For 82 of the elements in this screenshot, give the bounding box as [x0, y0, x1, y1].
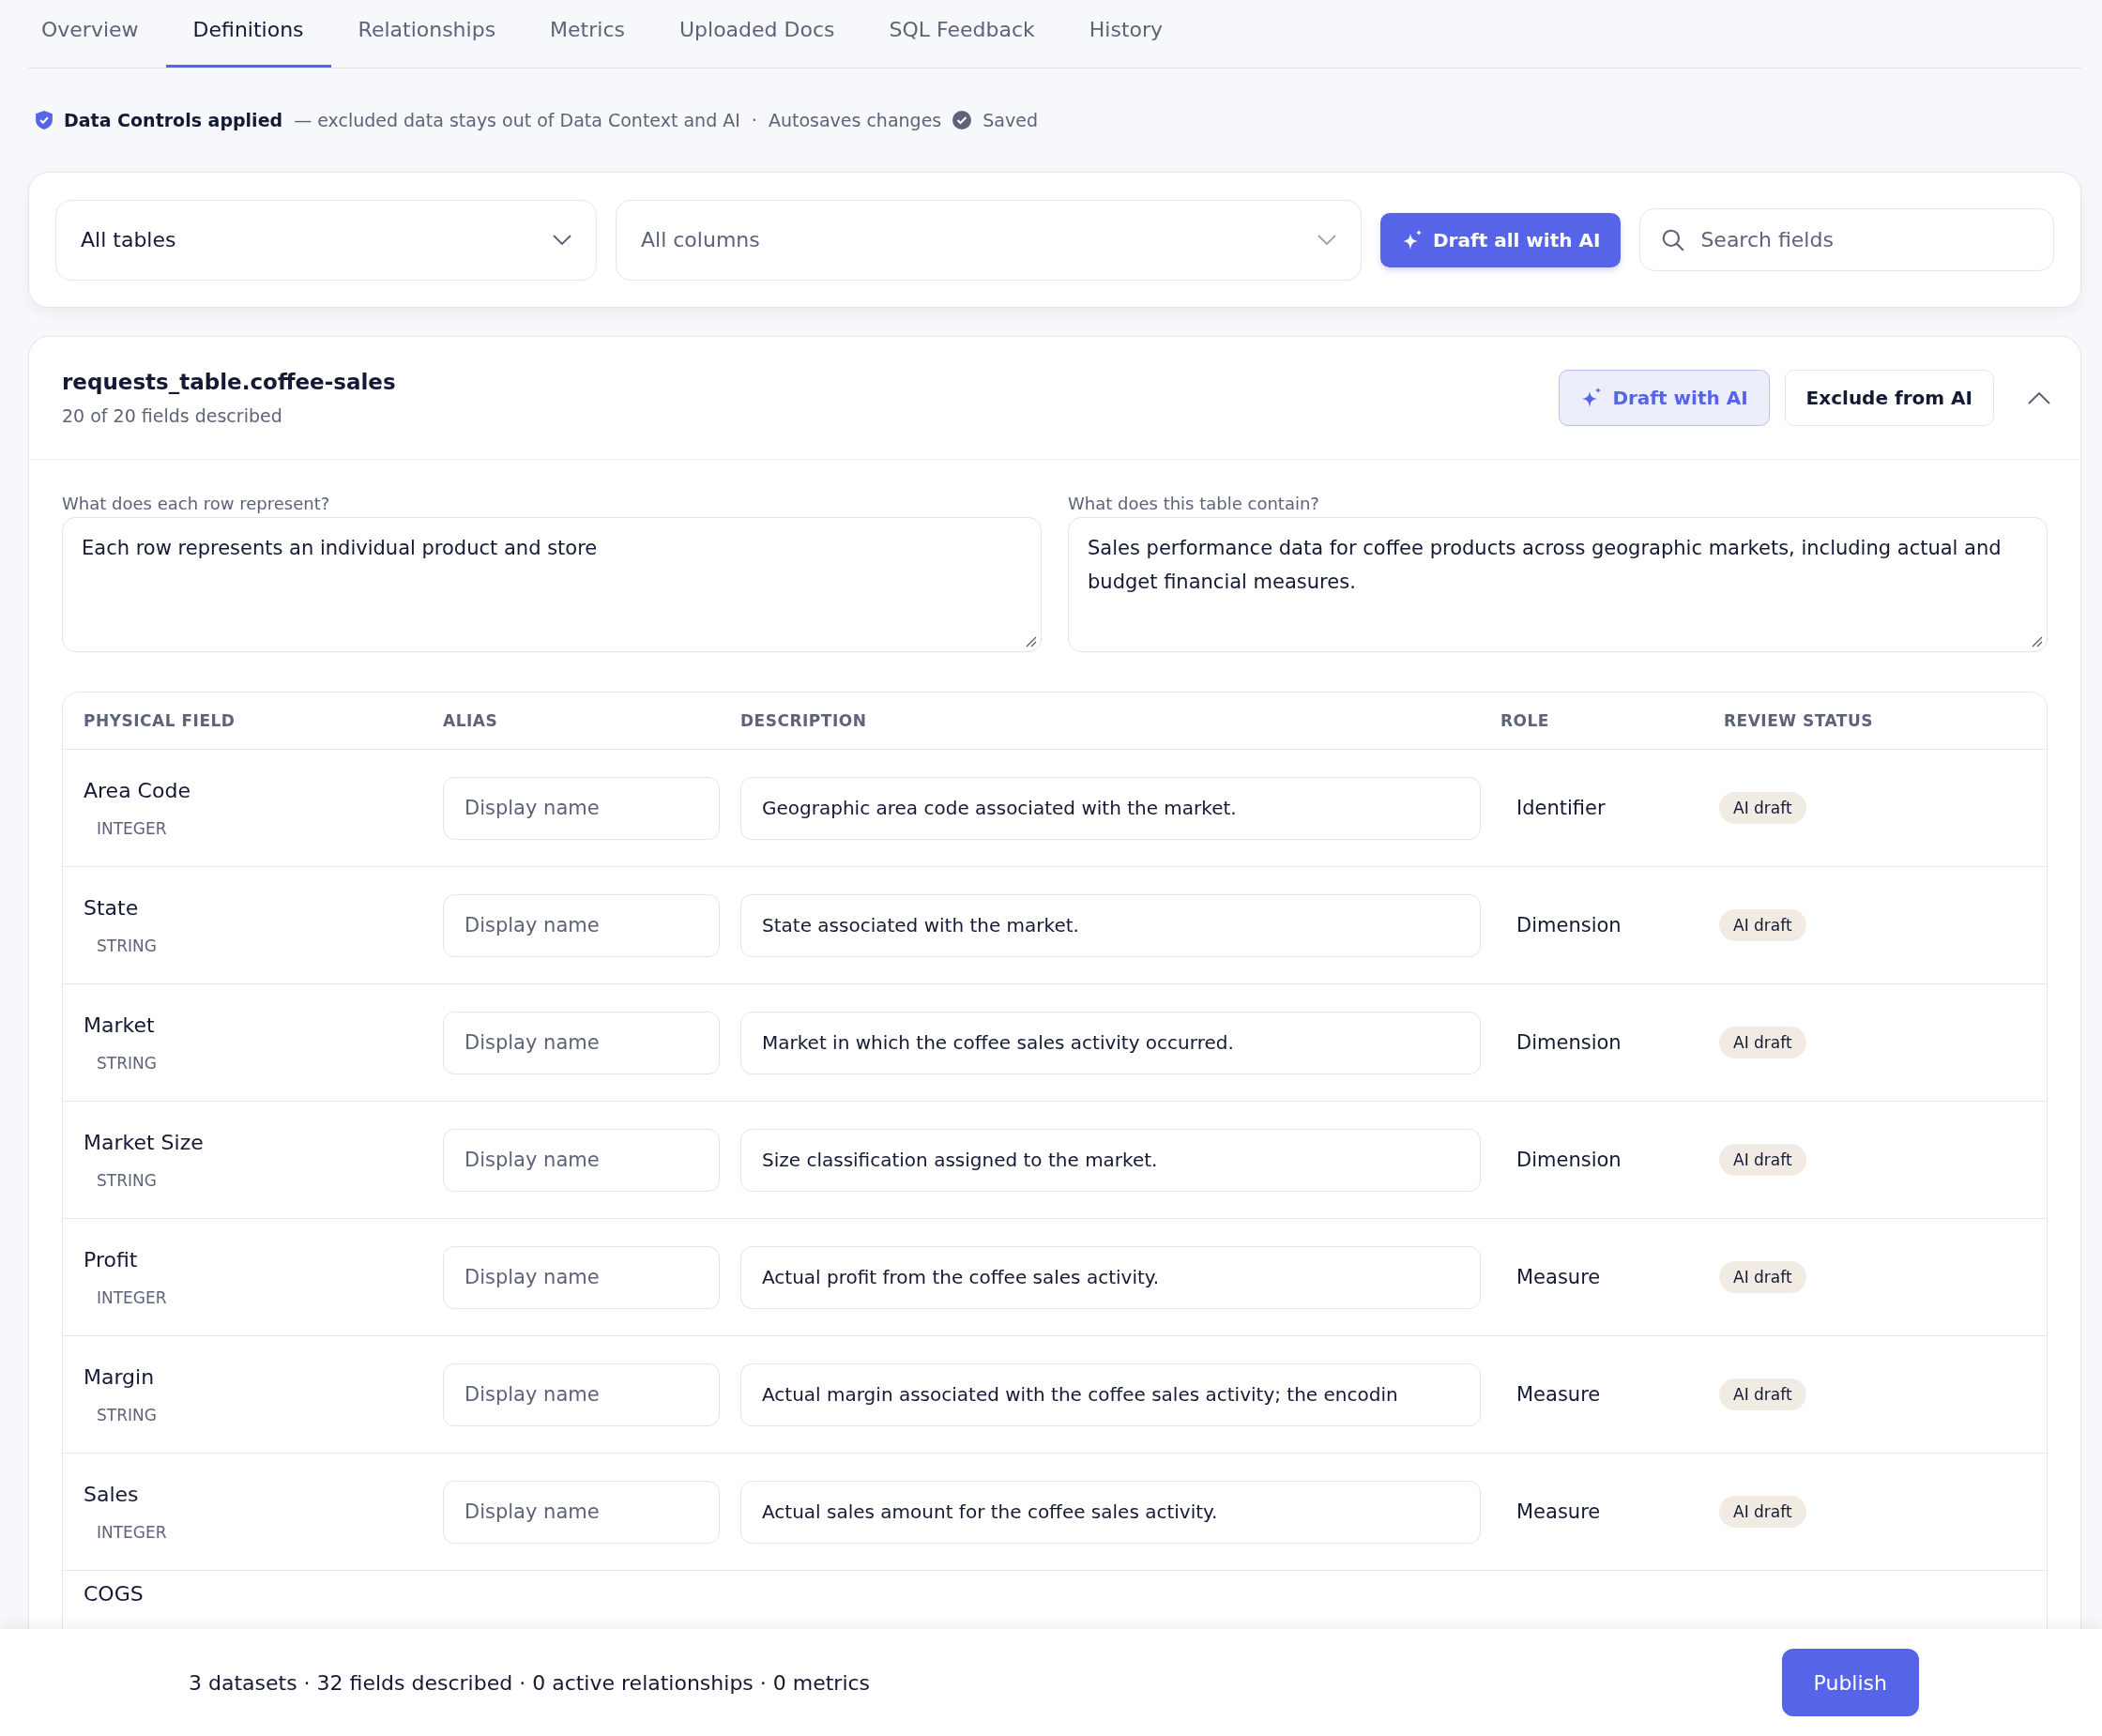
draft-all-button[interactable]: Draft all with AI	[1380, 212, 1622, 267]
review-status-badge: AI draft	[1719, 909, 1806, 941]
field-name: Area Code	[84, 778, 190, 802]
description-field[interactable]: Market in which the coffee sales activity occurred.	[740, 1011, 1481, 1074]
dataset-title: requests_table.coffee-sales	[62, 370, 397, 394]
role-label: Identifier	[1516, 797, 1606, 819]
column-header: ROLE	[1500, 711, 1550, 730]
description-field[interactable]: Actual profit from the coffee sales activity.	[740, 1245, 1481, 1309]
field-type: STRING	[96, 1053, 157, 1073]
description-field[interactable]: Size classification assigned to the market.	[740, 1128, 1481, 1192]
review-status-badge: AI draft	[1719, 1261, 1806, 1293]
answer-box[interactable]: Sales performance data for coffee products across geographic markets, including actual and budget financial measures.	[1068, 517, 2048, 652]
tab[interactable]: Metrics	[523, 0, 652, 68]
tab[interactable]: History	[1061, 0, 1191, 68]
review-status-badge: AI draft	[1719, 1027, 1806, 1058]
role-label: Dimension	[1516, 914, 1622, 937]
table-select[interactable]: All tables	[55, 199, 597, 281]
alias-field[interactable]: Display name	[443, 1128, 720, 1192]
chevron-up-icon[interactable]	[2028, 391, 2050, 404]
alias-field[interactable]: Display name	[443, 1011, 720, 1074]
review-status-badge: AI draft	[1719, 1496, 1806, 1528]
role-label: Dimension	[1516, 1149, 1622, 1171]
dataset-subtitle: 20 of 20 fields described	[62, 405, 283, 426]
exclude-button[interactable]: Exclude from AI	[1784, 370, 1994, 426]
tab[interactable]: Relationships	[330, 0, 524, 68]
tab[interactable]: Overview	[28, 0, 166, 68]
resize-handle-icon	[1026, 636, 1037, 647]
data-controls-label: Data Controls applied	[64, 110, 283, 130]
column-select[interactable]: All columns	[616, 199, 1362, 281]
field-name: Margin	[84, 1364, 155, 1389]
question-label: What does each row represent?	[62, 494, 331, 513]
description-field[interactable]: State associated with the market.	[740, 893, 1481, 957]
field-name: State	[84, 895, 139, 920]
shield-icon	[36, 111, 53, 129]
chevron-down-icon	[553, 234, 571, 246]
tab[interactable]: Definitions	[165, 0, 331, 68]
description-field[interactable]: Actual sales amount for the coffee sales activity.	[740, 1480, 1481, 1544]
check-circle-icon	[952, 111, 972, 129]
role-label: Dimension	[1516, 1031, 1622, 1054]
field-type: INTEGER	[96, 818, 167, 838]
field-name: Sales	[84, 1482, 139, 1506]
chevron-down-icon	[1318, 234, 1336, 246]
tab[interactable]: SQL Feedback	[861, 0, 1062, 68]
role-label: Measure	[1516, 1383, 1601, 1406]
field-type: STRING	[96, 1405, 157, 1424]
answer-box[interactable]: Each row represents an individual product and store	[62, 517, 1042, 652]
draft-button[interactable]: Draft with AI	[1559, 370, 1770, 426]
field-type: INTEGER	[96, 1522, 167, 1542]
alias-field[interactable]: Display name	[443, 893, 720, 957]
field-name: COGS	[84, 1582, 144, 1606]
question-label: What does this table contain?	[1068, 494, 1320, 513]
alias-field[interactable]: Display name	[443, 1363, 720, 1426]
summary-text: 3 datasets · 32 fields described · 0 active relationships · 0 metrics	[189, 1670, 871, 1695]
role-label: Measure	[1516, 1266, 1601, 1288]
role-label: Measure	[1516, 1500, 1601, 1523]
alias-field[interactable]: Display name	[443, 1480, 720, 1544]
column-header: ALIAS	[443, 711, 499, 730]
column-header: PHYSICAL FIELD	[83, 711, 236, 730]
column-header: DESCRIPTION	[740, 711, 868, 730]
alias-field[interactable]: Display name	[443, 776, 720, 840]
resize-handle-icon	[2032, 636, 2043, 647]
field-name: Market Size	[84, 1130, 204, 1154]
search-icon	[1661, 227, 1686, 252]
field-name: Market	[84, 1013, 155, 1037]
data-controls-note: — excluded data stays out of Data Context and AI	[294, 110, 740, 130]
autosave-label: Autosaves changes	[768, 110, 942, 130]
field-type: STRING	[96, 1170, 157, 1190]
review-status-badge: AI draft	[1719, 792, 1806, 824]
field-type: STRING	[96, 936, 157, 955]
separator-dot: ·	[751, 110, 757, 130]
field-name: Profit	[84, 1247, 138, 1272]
saved-label: Saved	[982, 110, 1038, 130]
column-header: REVIEW STATUS	[1724, 711, 1873, 730]
review-status-badge: AI draft	[1719, 1378, 1806, 1410]
tab[interactable]: Uploaded Docs	[651, 0, 862, 68]
description-field[interactable]: Actual margin associated with the coffee sales activity; the encodin	[740, 1363, 1481, 1426]
search-field[interactable]: Search fields	[1639, 208, 2054, 271]
review-status-badge: AI draft	[1719, 1144, 1806, 1176]
description-field[interactable]: Geographic area code associated with the market.	[740, 776, 1481, 840]
alias-field[interactable]: Display name	[443, 1245, 720, 1309]
field-type: INTEGER	[96, 1287, 167, 1307]
publish-button[interactable]: Publish	[1781, 1649, 1919, 1716]
